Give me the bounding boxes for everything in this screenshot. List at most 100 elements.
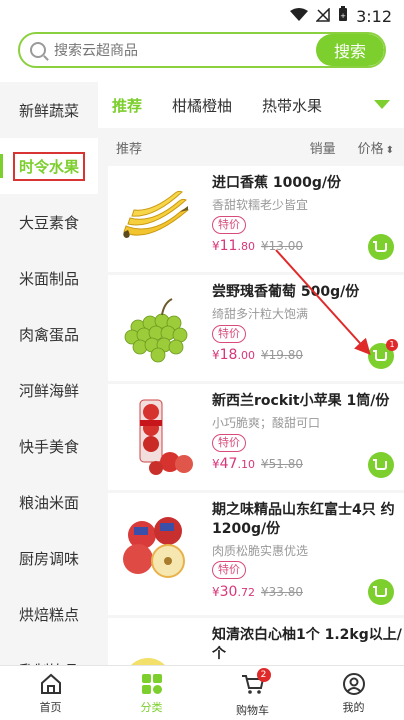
product-price: ¥47.10 bbox=[212, 456, 255, 472]
sidebar-item-label: 肉禽蛋品 bbox=[18, 325, 79, 344]
sidebar-item-label: 河鲜海鲜 bbox=[18, 381, 79, 400]
product-card[interactable]: 尝野瑰香葡萄 500g/份 绮甜多汁粒大饱满 特价 ¥18.00 ¥19.80 … bbox=[108, 275, 404, 381]
sidebar-item-soy[interactable]: 大豆素食 bbox=[0, 194, 98, 250]
sidebar-item-meat-egg[interactable]: 肉禽蛋品 bbox=[0, 306, 98, 362]
price-decimal: .10 bbox=[237, 458, 255, 471]
sidebar-item-label: 厨房调味 bbox=[18, 549, 79, 568]
tab-label: 购物车 bbox=[236, 704, 269, 717]
search-bar: 搜索 bbox=[18, 32, 386, 68]
svg-text:+: + bbox=[340, 12, 346, 20]
sort-sales[interactable]: 销量 bbox=[310, 138, 336, 157]
cart-count-badge: 1 bbox=[386, 339, 398, 351]
tab-home[interactable]: 首页 bbox=[0, 666, 101, 720]
product-card[interactable]: 知清浓白心柚1个 1.2kg以上/个 bbox=[108, 618, 404, 665]
currency-symbol: ¥ bbox=[212, 585, 220, 599]
original-price: ¥51.80 bbox=[261, 457, 303, 471]
chevron-down-icon[interactable] bbox=[374, 100, 390, 109]
tab-tropical[interactable]: 热带水果 bbox=[262, 95, 322, 116]
product-card[interactable]: 进口香蕉 1000g/份 香甜软糯老少皆宜 特价 ¥11.80 ¥13.00 bbox=[108, 166, 404, 272]
currency-symbol: ¥ bbox=[212, 239, 220, 253]
sidebar-item-grain-oil[interactable]: 粮油米面 bbox=[0, 474, 98, 530]
sidebar-item-label: 快手美食 bbox=[18, 437, 79, 456]
product-price: ¥11.80 bbox=[212, 238, 255, 254]
grapes-image bbox=[124, 298, 188, 363]
product-name: 新西兰rockit小苹果 1筒/份 bbox=[212, 393, 390, 409]
sidebar-item-label: 烘焙糕点 bbox=[18, 605, 79, 624]
tab-profile[interactable]: 我的 bbox=[303, 666, 404, 720]
price-integer: 18 bbox=[219, 347, 238, 363]
product-price: ¥30.72 bbox=[212, 584, 255, 600]
add-to-cart-button[interactable] bbox=[368, 234, 394, 260]
price-integer: 11 bbox=[219, 238, 238, 254]
cart-count-badge: 2 bbox=[256, 668, 271, 682]
sort-bar: 推荐 销量 价格 ⬍ bbox=[98, 128, 404, 166]
search-button[interactable]: 搜索 bbox=[316, 34, 384, 66]
sidebar-item-seasonal-fruit[interactable]: 时令水果 bbox=[0, 138, 98, 194]
product-panel: 推荐 柑橘橙柚 热带水果 推荐 销量 价格 ⬍ 进口香蕉 1000g/份 香甜软糯… bbox=[98, 82, 404, 665]
home-icon bbox=[40, 673, 61, 694]
banana-image bbox=[123, 190, 189, 238]
search-icon bbox=[30, 42, 46, 58]
sort-recommend[interactable]: 推荐 bbox=[116, 138, 310, 157]
original-price: ¥33.80 bbox=[261, 585, 303, 599]
tab-label: 分类 bbox=[140, 701, 163, 714]
product-name: 进口香蕉 1000g/份 bbox=[212, 175, 341, 191]
sidebar-item-label: 新鲜蔬菜 bbox=[18, 101, 79, 120]
special-price-badge: 特价 bbox=[212, 561, 246, 579]
product-desc: 香甜软糯老少皆宜 bbox=[212, 198, 309, 212]
original-price: ¥19.80 bbox=[261, 348, 303, 362]
price-decimal: .72 bbox=[237, 586, 255, 599]
price-decimal: .00 bbox=[237, 349, 255, 362]
product-card[interactable]: 新西兰rockit小苹果 1筒/份 小巧脆爽；酸甜可口 特价 ¥47.10 ¥5… bbox=[108, 384, 404, 490]
add-to-cart-button[interactable]: 1 bbox=[368, 339, 398, 369]
price-integer: 47 bbox=[219, 456, 238, 472]
tab-category[interactable]: 分类 bbox=[101, 666, 202, 720]
tab-label: 首页 bbox=[39, 701, 62, 714]
tab-recommend[interactable]: 推荐 bbox=[112, 95, 142, 116]
special-price-badge: 特价 bbox=[212, 216, 246, 234]
tab-citrus[interactable]: 柑橘橙柚 bbox=[172, 95, 232, 116]
currency-symbol: ¥ bbox=[212, 348, 220, 362]
fuji-apple-image bbox=[123, 517, 185, 578]
no-signal-icon bbox=[315, 6, 330, 26]
category-grid-icon bbox=[141, 674, 162, 694]
product-price: ¥18.00 bbox=[212, 347, 255, 363]
product-desc: 肉质松脆实惠优选 bbox=[212, 544, 309, 558]
cart-icon bbox=[373, 585, 387, 597]
sidebar-item-vegetables[interactable]: 新鲜蔬菜 bbox=[0, 82, 98, 138]
status-bar: + 3:12 bbox=[0, 0, 404, 30]
original-price: ¥13.00 bbox=[261, 239, 303, 253]
status-time: 3:12 bbox=[356, 6, 392, 26]
search-input[interactable] bbox=[54, 41, 304, 61]
price-integer: 30 bbox=[219, 584, 238, 600]
product-desc: 绮甜多汁粒大饱满 bbox=[212, 307, 309, 321]
sidebar-item-label: 粮油米面 bbox=[18, 493, 79, 512]
pomelo-image bbox=[131, 658, 165, 665]
product-card[interactable]: 期之味精品山东红富士4只 约1200g/份 肉质松脆实惠优选 特价 ¥30.72… bbox=[108, 493, 404, 615]
add-to-cart-button[interactable] bbox=[368, 452, 394, 478]
sidebar-item-seafood[interactable]: 河鲜海鲜 bbox=[0, 362, 98, 418]
special-price-badge: 特价 bbox=[212, 325, 246, 343]
product-name: 知清浓白心柚1个 1.2kg以上/个 bbox=[212, 627, 402, 662]
product-name: 期之味精品山东红富士4只 约1200g/份 bbox=[212, 502, 395, 537]
sort-price-label: 价格 bbox=[357, 141, 384, 157]
add-to-cart-button[interactable] bbox=[368, 579, 394, 605]
subcategory-tabs: 推荐 柑橘橙柚 热带水果 bbox=[98, 82, 404, 128]
sort-price[interactable]: 价格 ⬍ bbox=[358, 138, 394, 157]
sidebar-item-label: 时令水果 bbox=[12, 151, 85, 181]
tab-label: 我的 bbox=[342, 701, 365, 714]
sidebar-item-quick-food[interactable]: 快手美食 bbox=[0, 418, 98, 474]
price-decimal: .80 bbox=[237, 240, 255, 253]
tab-cart[interactable]: 2 购物车 bbox=[202, 666, 303, 720]
cart-icon bbox=[373, 458, 387, 470]
currency-symbol: ¥ bbox=[212, 457, 220, 471]
sidebar-item-label: 大豆素食 bbox=[18, 213, 79, 232]
product-name: 尝野瑰香葡萄 500g/份 bbox=[212, 284, 360, 300]
sidebar-item-label: 米面制品 bbox=[18, 269, 79, 288]
bottom-tab-bar: 首页 分类 2 购物车 我的 bbox=[0, 665, 404, 720]
sidebar-item-seasoning[interactable]: 厨房调味 bbox=[0, 530, 98, 586]
sort-arrows-icon: ⬍ bbox=[385, 144, 394, 156]
sidebar-item-bakery[interactable]: 烘焙糕点 bbox=[0, 586, 98, 642]
sidebar-item-rice-noodle[interactable]: 米面制品 bbox=[0, 250, 98, 306]
cart-icon bbox=[373, 240, 387, 252]
